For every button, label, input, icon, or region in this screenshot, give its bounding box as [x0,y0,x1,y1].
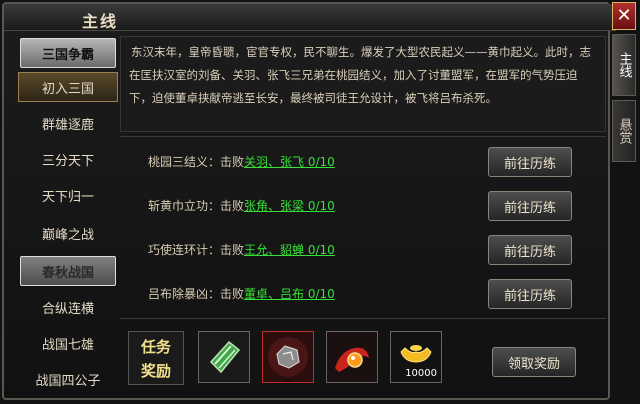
sidebar-item[interactable]: 天下归一 [18,180,118,210]
sidebar-category-warring-states[interactable]: 春秋战国 [20,256,116,286]
go-train-button[interactable]: 前往历练 [488,191,572,221]
reward-count: 10000 [405,368,437,379]
panel-frame: 主线 三国争霸 初入三国 群雄逐鹿 三分天下 天下归一 巅峰之战 春秋战国 合纵… [2,2,616,400]
sidebar-item[interactable]: 群雄逐鹿 [18,108,118,138]
claim-reward-button[interactable]: 领取奖励 [492,347,576,377]
reward-badge-line1: 任务 [140,338,171,356]
tab-main-quest[interactable]: 主线 [612,34,636,96]
title-bar: 主线 [4,4,616,31]
quest-target-link[interactable]: 董卓、吕布 0/10 [244,287,335,301]
sidebar-item[interactable]: 巅峰之战 [18,218,118,248]
sidebar-item[interactable]: 战国七雄 [18,328,118,358]
quest-label: 吕布除暴凶：击败董卓、吕布 0/10 [148,285,335,302]
quest-name: 吕布除暴凶：击败 [148,287,245,301]
quest-label: 巧使连环计：击败王允、貂蝉 0/10 [148,241,335,258]
reward-slot[interactable] [262,331,314,383]
reward-slot[interactable] [198,331,250,383]
quest-list: 桃园三结义：击败关羽、张飞 0/10 前往历练 斩黄巾立功：击败张角、张梁 0/… [120,136,606,317]
reward-area: 任务 奖励 10000 领取奖励 [120,318,606,397]
quest-name: 斩黄巾立功：击败 [148,199,245,213]
sidebar-item[interactable]: 三分天下 [18,144,118,174]
quest-row: 吕布除暴凶：击败董卓、吕布 0/10 前往历练 [120,271,606,315]
go-train-button[interactable]: 前往历练 [488,279,572,309]
sidebar-item-selected[interactable]: 初入三国 [18,72,118,102]
sidebar-category-three-kingdoms[interactable]: 三国争霸 [20,38,116,68]
scroll-icon [199,332,249,382]
tab-bounty[interactable]: 悬赏 [612,100,636,162]
quest-target-link[interactable]: 张角、张梁 0/10 [244,199,335,213]
quest-label: 桃园三结义：击败关羽、张飞 0/10 [148,153,335,170]
reward-slot[interactable] [326,331,378,383]
quest-target-link[interactable]: 王允、貂蝉 0/10 [244,243,335,257]
close-icon[interactable]: ✕ [612,2,636,30]
quest-label: 斩黄巾立功：击败张角、张梁 0/10 [148,197,335,214]
quest-panel: 主线 三国争霸 初入三国 群雄逐鹿 三分天下 天下归一 巅峰之战 春秋战国 合纵… [0,0,640,404]
reward-badge: 任务 奖励 [128,331,184,385]
chapter-sidebar: 三国争霸 初入三国 群雄逐鹿 三分天下 天下归一 巅峰之战 春秋战国 合纵连横 … [18,38,118,394]
sidebar-item[interactable]: 战国四公子 [18,364,118,394]
quest-row: 桃园三结义：击败关羽、张飞 0/10 前往历练 [120,139,606,183]
reward-slot[interactable]: 10000 [390,331,442,383]
reward-badge-line2: 奖励 [140,362,171,380]
quest-name: 桃园三结义：击败 [148,155,245,169]
go-train-button[interactable]: 前往历练 [488,235,572,265]
quest-row: 斩黄巾立功：击败张角、张梁 0/10 前往历练 [120,183,606,227]
dragon-orb-icon [327,332,377,382]
ore-icon [263,332,313,382]
quest-name: 巧使连环计：击败 [148,243,245,257]
sidebar-item[interactable]: 合纵连横 [18,292,118,322]
quest-target-link[interactable]: 关羽、张飞 0/10 [244,155,335,169]
quest-row: 巧使连环计：击败王允、貂蝉 0/10 前往历练 [120,227,606,271]
go-train-button[interactable]: 前往历练 [488,147,572,177]
story-text: 东汉末年，皇帝昏聩，宦官专权，民不聊生。爆发了大型农民起义——黄巾起义。此时，志… [120,36,606,132]
window-title: 主线 [82,12,119,31]
